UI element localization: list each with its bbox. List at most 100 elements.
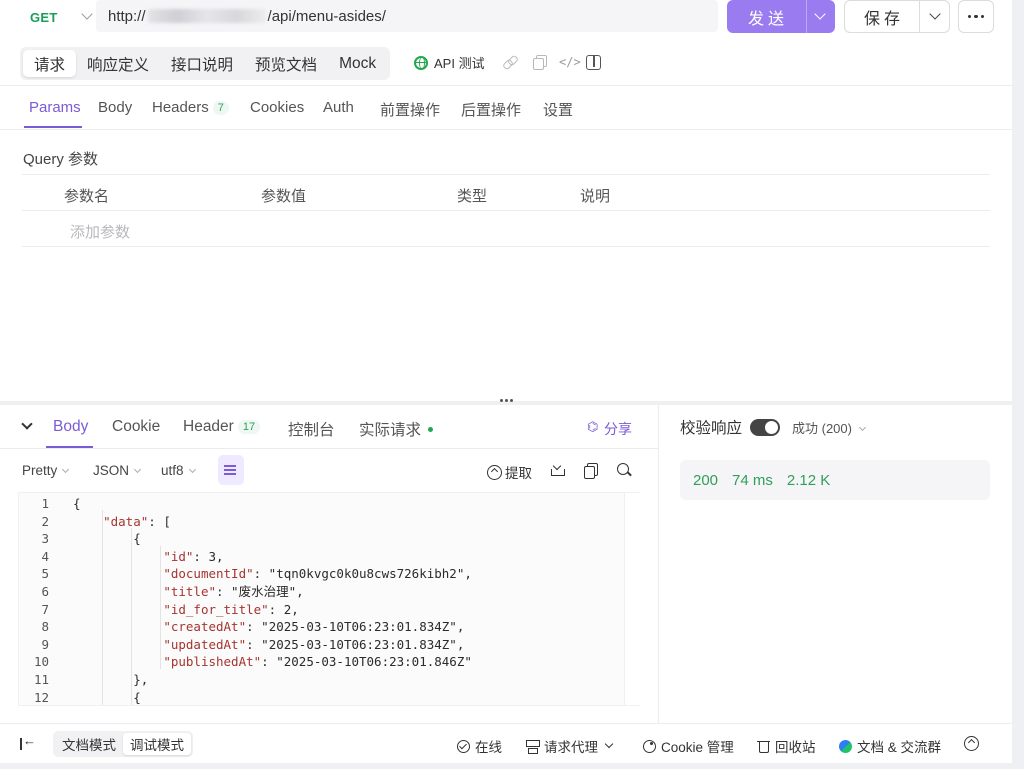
link-icon[interactable] (503, 55, 517, 69)
tab-actual-request[interactable]: 实际请求 (359, 418, 434, 440)
tab-headers[interactable]: Headers 7 (152, 99, 229, 116)
code-line: 1{ (19, 495, 619, 513)
save-divider (919, 1, 920, 32)
drag-handle-icon[interactable] (500, 399, 513, 402)
tab-response-definition[interactable]: 响应定义 (76, 50, 160, 77)
tab-actual-request-label: 实际请求 (359, 422, 422, 439)
online-status[interactable]: 在线 (457, 736, 502, 756)
chevron-down-icon (133, 465, 142, 474)
chevron-down-icon (188, 465, 196, 474)
url-prefix: http:// (108, 7, 146, 25)
tab-api-description[interactable]: 接口说明 (160, 50, 244, 77)
query-params-title: Query 参数 (23, 151, 99, 168)
save-button[interactable]: 保存 (844, 0, 950, 33)
code-icon[interactable]: </> (559, 55, 581, 69)
doc-mode-button[interactable]: 文档模式 (55, 733, 123, 755)
chevron-down-icon[interactable] (929, 8, 941, 20)
code-line: 4 "id": 3, (19, 548, 619, 566)
tab-response-cookie[interactable]: Cookie (112, 418, 160, 436)
copy-icon[interactable] (533, 55, 547, 70)
code-line: 2 "data": [ (19, 513, 619, 531)
line-number: 3 (41, 531, 49, 547)
share-button[interactable]: 分享 (587, 419, 632, 439)
code-text: "data": [ (103, 513, 171, 529)
code-text: "createdAt": "2025-03-10T06:23:01.834Z", (163, 619, 465, 635)
url-input[interactable]: http:// /api/menu-asides/ (96, 0, 718, 32)
docs-community-label: 文档 & 交流群 (857, 740, 942, 755)
debug-mode-button[interactable]: 调试模式 (123, 733, 191, 755)
side-panel-icon[interactable] (586, 55, 601, 70)
line-number: 2 (41, 513, 49, 529)
code-line: 6 "title": "废水治理", (19, 583, 619, 601)
tab-pre-operations[interactable]: 前置操作 (380, 99, 440, 120)
json-label: JSON (93, 463, 130, 478)
upload-circle-icon[interactable] (964, 736, 979, 751)
recycle-bin[interactable]: 回收站 (757, 736, 816, 756)
code-text: { (73, 496, 81, 511)
mode-switch: 文档模式 调试模式 (53, 731, 193, 757)
method-select[interactable]: GET (16, 2, 96, 32)
code-scrollbar[interactable] (624, 493, 640, 705)
chevron-down-icon[interactable] (814, 8, 826, 20)
verify-toggle[interactable] (750, 418, 781, 436)
tab-mock[interactable]: Mock (328, 50, 387, 77)
tab-response-body[interactable]: Body (53, 418, 88, 436)
chevron-down-icon (62, 465, 70, 474)
line-number: 8 (41, 619, 49, 635)
json-select[interactable]: JSON (93, 463, 142, 478)
online-label: 在线 (475, 740, 502, 755)
cookie-manager-label: Cookie 管理 (661, 740, 734, 755)
word-wrap-icon[interactable] (218, 455, 244, 485)
extract-button[interactable]: 提取 (487, 462, 532, 482)
extract-label: 提取 (505, 466, 532, 481)
tab-response-header[interactable]: Header 17 (183, 418, 261, 436)
add-param-row[interactable]: 添加参数 (22, 211, 990, 247)
params-table-header: 参数名 参数值 类型 说明 (22, 174, 990, 211)
pretty-select[interactable]: Pretty (22, 463, 70, 478)
url-redacted-host (147, 9, 266, 23)
more-button[interactable] (958, 0, 994, 33)
download-icon[interactable] (551, 463, 565, 477)
tab-post-operations[interactable]: 后置操作 (461, 99, 521, 120)
tab-auth[interactable]: Auth (323, 99, 354, 116)
tab-settings[interactable]: 设置 (543, 99, 573, 120)
send-button[interactable]: 发送 (727, 0, 835, 33)
verify-result-select[interactable]: 成功 (200) (792, 418, 867, 437)
tab-body[interactable]: Body (98, 99, 132, 116)
verify-label: 校验响应 (680, 420, 743, 437)
more-dot (980, 14, 985, 19)
pretty-label: Pretty (22, 463, 58, 478)
code-text: { (73, 689, 141, 705)
copy-icon[interactable] (584, 463, 598, 479)
tab-cookies[interactable]: Cookies (250, 99, 304, 116)
search-icon[interactable] (617, 463, 631, 477)
check-circle-icon (457, 739, 470, 753)
cookie-icon (643, 739, 656, 753)
encoding-select[interactable]: utf8 (161, 463, 196, 478)
chat-icon (839, 739, 852, 753)
code-line: 5 "documentId": "tqn0kvgc0k0u8cws726kibh… (19, 565, 619, 583)
collapse-chevron-icon[interactable] (21, 418, 33, 430)
cookie-manager[interactable]: Cookie 管理 (643, 736, 734, 756)
tab-preview-doc[interactable]: 预览文档 (244, 50, 328, 77)
save-label: 保存 (864, 10, 905, 28)
docs-community[interactable]: 文档 & 交流群 (839, 736, 941, 756)
response-code-viewer[interactable]: 1{2 "data": [3 {4 "id": 3, 5 "documentId"… (18, 492, 640, 706)
add-param-placeholder[interactable]: 添加参数 (70, 221, 130, 242)
param-tabs: Params Body Headers 7 Cookies Auth 前置操作 后… (0, 86, 1012, 130)
code-line: 9 "updatedAt": "2025-03-10T06:23:01.834Z… (19, 636, 619, 654)
code-text: "id_for_title": 2, (163, 601, 299, 617)
request-proxy[interactable]: 请求代理 (526, 736, 614, 756)
column-header: 参数名 (64, 188, 110, 205)
response-size: 2.12 K (786, 471, 831, 489)
extract-icon (487, 464, 502, 480)
tab-console[interactable]: 控制台 (288, 418, 335, 440)
code-line: 12 { (19, 689, 619, 705)
status-code: 200 (693, 471, 719, 489)
tab-request[interactable]: 请求 (23, 50, 77, 77)
api-test-link[interactable]: API 测试 (414, 53, 485, 72)
tab-params[interactable]: Params (29, 99, 81, 116)
response-tabs: Body Cookie Header17 控制台 实际请求 分享 (0, 405, 658, 449)
collapse-sidebar-icon[interactable] (20, 733, 36, 750)
grip-dot (500, 399, 503, 402)
